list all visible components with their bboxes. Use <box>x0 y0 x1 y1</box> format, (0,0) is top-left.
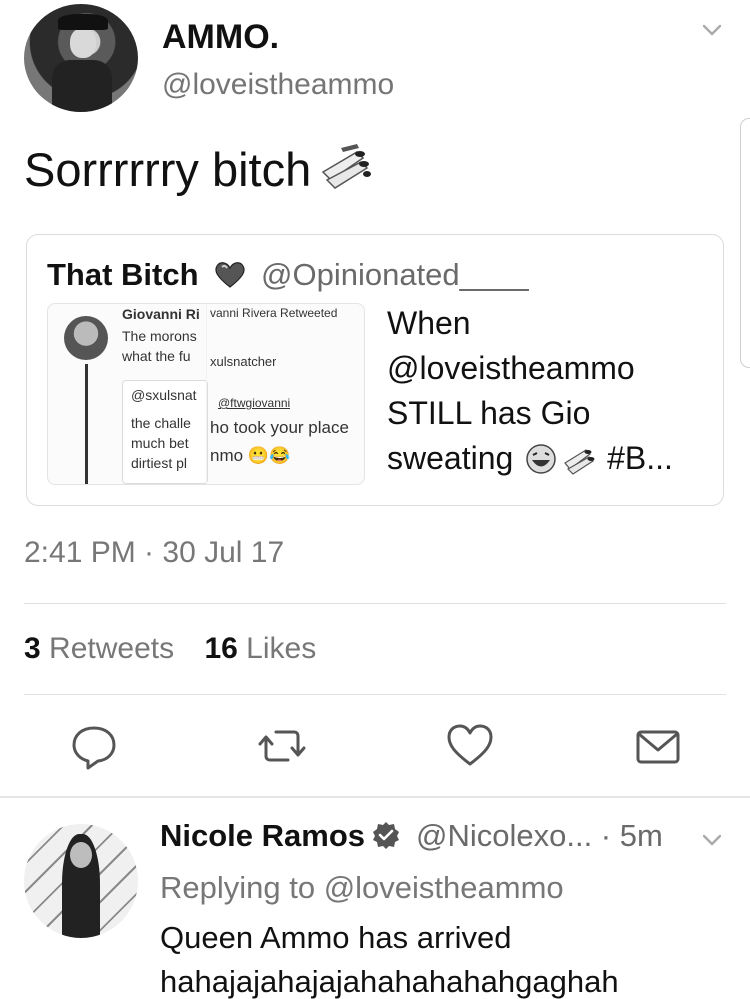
avatar[interactable] <box>24 4 138 112</box>
media-thread-line <box>85 364 88 484</box>
media-inner-card: @sxulsnat the challe much bet dirtiest p… <box>122 380 208 484</box>
avatar-figure-face <box>70 28 96 58</box>
engagement-stats: 3 Retweets 16 Likes <box>24 632 316 666</box>
likes-count: 16 <box>204 632 238 665</box>
user-handle[interactable]: @loveistheammo <box>162 68 394 102</box>
media-text: the challe <box>131 415 191 431</box>
divider <box>24 603 726 604</box>
reply-icon[interactable] <box>68 720 120 772</box>
tweet-timestamp[interactable]: 2:41 PM · 30 Jul 17 <box>24 536 284 570</box>
media-text: much bet <box>131 435 189 451</box>
media-text: The morons <box>122 328 197 344</box>
nail-polish-emoji-icon <box>322 144 372 189</box>
avatar-figure-body <box>52 60 112 112</box>
reply-text-line: Queen Ammo has arrived <box>160 920 512 955</box>
media-split-divider <box>206 304 207 484</box>
share-icon[interactable] <box>632 720 684 772</box>
retweets-label: Retweets <box>49 632 175 665</box>
replying-to-text[interactable]: Replying to @loveistheammo <box>160 870 564 906</box>
reply-name-text: Nicole Ramos <box>160 818 366 853</box>
likes-label: Likes <box>246 632 317 665</box>
verified-badge-icon <box>373 822 400 849</box>
section-divider <box>0 796 750 798</box>
avatar-figure-face <box>70 842 92 868</box>
quoted-text-line: When <box>387 305 471 341</box>
heart-emoji-icon <box>215 262 245 288</box>
media-text: what the fu <box>122 348 191 364</box>
reply-handle-time[interactable]: @Nicolexo... · 5m <box>416 818 663 854</box>
media-text: nmo <box>210 446 244 465</box>
tweet-header: AMMO. @loveistheammo <box>24 4 724 114</box>
divider <box>24 694 726 695</box>
quoted-text-line: @loveistheammo <box>387 350 635 386</box>
media-text: Giovanni Ri <box>122 306 200 322</box>
quoted-tweet-text: When @loveistheammo STILL has Gio sweati… <box>387 301 717 481</box>
reply-text: Queen Ammo has arrived hahajajahajajahah… <box>160 916 619 999</box>
media-text: @sxulsnat <box>131 387 197 403</box>
quoted-tweet-card[interactable]: That Bitch @Opinionated____ Giovanni Ri … <box>26 234 724 506</box>
tweet-action-bar <box>0 720 750 776</box>
media-text: ho took your place <box>210 418 349 437</box>
quoted-display-name: That Bitch <box>47 257 199 293</box>
quoted-text-line: #B... <box>607 440 673 476</box>
avatar-figure-hat <box>58 14 108 30</box>
scrollbar[interactable] <box>740 118 750 368</box>
like-icon[interactable] <box>444 720 496 772</box>
tweet-text-content: Sorrrrrry bitch <box>24 143 312 196</box>
media-avatar <box>64 316 108 360</box>
retweet-icon[interactable] <box>256 720 308 772</box>
quoted-media-image[interactable]: Giovanni Ri The morons what the fu @sxul… <box>47 303 365 485</box>
media-text: vanni Rivera Retweeted <box>210 306 338 320</box>
reply-text-line: hahajajahajajahahahahahgaghah <box>160 964 619 999</box>
media-text: xulsnatcher <box>210 354 277 369</box>
quoted-text-line-last: sweating #B... <box>387 436 717 481</box>
quoted-text-line: sweating <box>387 440 514 476</box>
nail-polish-emoji-icon <box>564 449 595 475</box>
retweets-stat[interactable]: 3 Retweets <box>24 632 174 665</box>
reply-avatar[interactable] <box>24 824 138 938</box>
retweets-count: 3 <box>24 632 41 665</box>
quoted-text-line: STILL has Gio <box>387 395 591 431</box>
display-name[interactable]: AMMO. <box>162 18 279 57</box>
laughing-emoji-icon <box>526 444 556 474</box>
media-text: nmo 😬😂 <box>210 446 291 465</box>
chevron-down-icon[interactable] <box>700 828 724 852</box>
media-text: dirtiest pl <box>131 455 188 471</box>
chevron-down-icon[interactable] <box>700 18 724 42</box>
quoted-handle: @Opinionated____ <box>261 257 529 292</box>
media-text: @ftwgiovanni <box>218 396 291 410</box>
likes-stat[interactable]: 16 Likes <box>204 632 316 665</box>
quoted-name-text: That Bitch <box>47 257 199 292</box>
reply-display-name[interactable]: Nicole Ramos <box>160 818 401 854</box>
tweet-text: Sorrrrrry bitch <box>24 142 373 197</box>
